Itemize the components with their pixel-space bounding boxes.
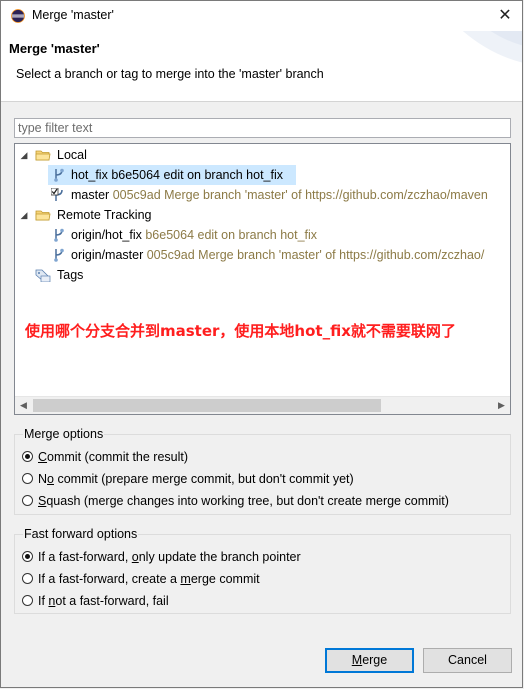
radio-button[interactable]: [22, 451, 33, 462]
window-title: Merge 'master': [32, 8, 114, 22]
header-banner-graphic: [462, 31, 522, 63]
branch-icon: [54, 248, 64, 262]
radio-button[interactable]: [22, 573, 33, 584]
branch-name: hot_fix: [71, 168, 108, 182]
tree-node-label: Tags: [57, 268, 84, 282]
branch-detail: b6e5064 edit on branch hot_fix: [111, 168, 283, 182]
eclipse-icon: [11, 9, 25, 23]
radio-label: No commit (prepare merge commit, but don…: [38, 472, 354, 486]
page-title: Merge 'master': [9, 41, 100, 56]
branch-name: origin/master: [71, 248, 144, 262]
folder-icon: [35, 210, 51, 221]
scroll-left-icon[interactable]: ◀: [15, 397, 32, 414]
merge-button[interactable]: Merge: [325, 648, 414, 673]
branch-name: master: [71, 188, 110, 202]
tree-item-hot-fix[interactable]: hot_fix b6e5064 edit on branch hot_fix: [48, 165, 296, 185]
tree-node-label: Remote Tracking: [57, 208, 152, 222]
scroll-right-icon[interactable]: ▶: [493, 397, 510, 414]
group-title: Fast forward options: [23, 527, 139, 541]
radio-button[interactable]: [22, 473, 33, 484]
radio-button[interactable]: [22, 551, 33, 562]
branch-icon: [54, 168, 64, 182]
fast-forward-options-group: Fast forward options If a fast-forward, …: [14, 527, 511, 614]
radio-label: If a fast-forward, only update the branc…: [38, 550, 301, 564]
radio-label: Squash (merge changes into working tree,…: [38, 494, 449, 508]
chevron-down-icon[interactable]: ◢: [19, 205, 29, 225]
ref-tree[interactable]: ◢ Local hot_fix b6e5064 edit on branch h…: [14, 143, 511, 415]
checked-out-branch-icon: [51, 188, 63, 201]
filter-field[interactable]: [14, 118, 511, 138]
annotation-note: 使用哪个分支合并到master，使用本地hot_fix就不需要联网了: [25, 322, 456, 340]
group-title: Merge options: [23, 427, 105, 441]
branch-name: origin/hot_fix: [71, 228, 142, 242]
chevron-down-icon[interactable]: ◢: [19, 145, 29, 165]
close-icon[interactable]: ✕: [488, 1, 522, 31]
filter-input[interactable]: [15, 119, 510, 137]
tree-node-label: Local: [57, 148, 87, 162]
branch-icon: [54, 228, 64, 242]
branch-detail: 005c9ad Merge branch 'master' of https:/…: [112, 188, 488, 202]
wizard-header: Merge 'master' Select a branch or tag to…: [1, 31, 522, 102]
branch-detail: 005c9ad Merge branch 'master' of https:/…: [146, 248, 485, 262]
radio-button[interactable]: [22, 595, 33, 606]
title-bar: Merge 'master' ✕: [1, 1, 522, 31]
merge-dialog: Merge 'master' ✕ Merge 'master' Select a…: [0, 0, 523, 688]
merge-options-group: Merge options Commit (commit the result)…: [14, 427, 511, 515]
radio-label: If a fast-forward, create a merge commit: [38, 572, 260, 586]
radio-button[interactable]: [22, 495, 33, 506]
tags-icon: [35, 269, 51, 282]
cancel-button[interactable]: Cancel: [423, 648, 512, 673]
radio-label: Commit (commit the result): [38, 450, 189, 464]
horizontal-scrollbar[interactable]: ◀ ▶: [15, 396, 510, 414]
folder-icon: [35, 150, 51, 161]
branch-detail: b6e5064 edit on branch hot_fix: [145, 228, 318, 242]
scroll-thumb[interactable]: [33, 399, 381, 412]
page-description: Select a branch or tag to merge into the…: [16, 67, 324, 81]
radio-label: If not a fast-forward, fail: [38, 594, 169, 608]
